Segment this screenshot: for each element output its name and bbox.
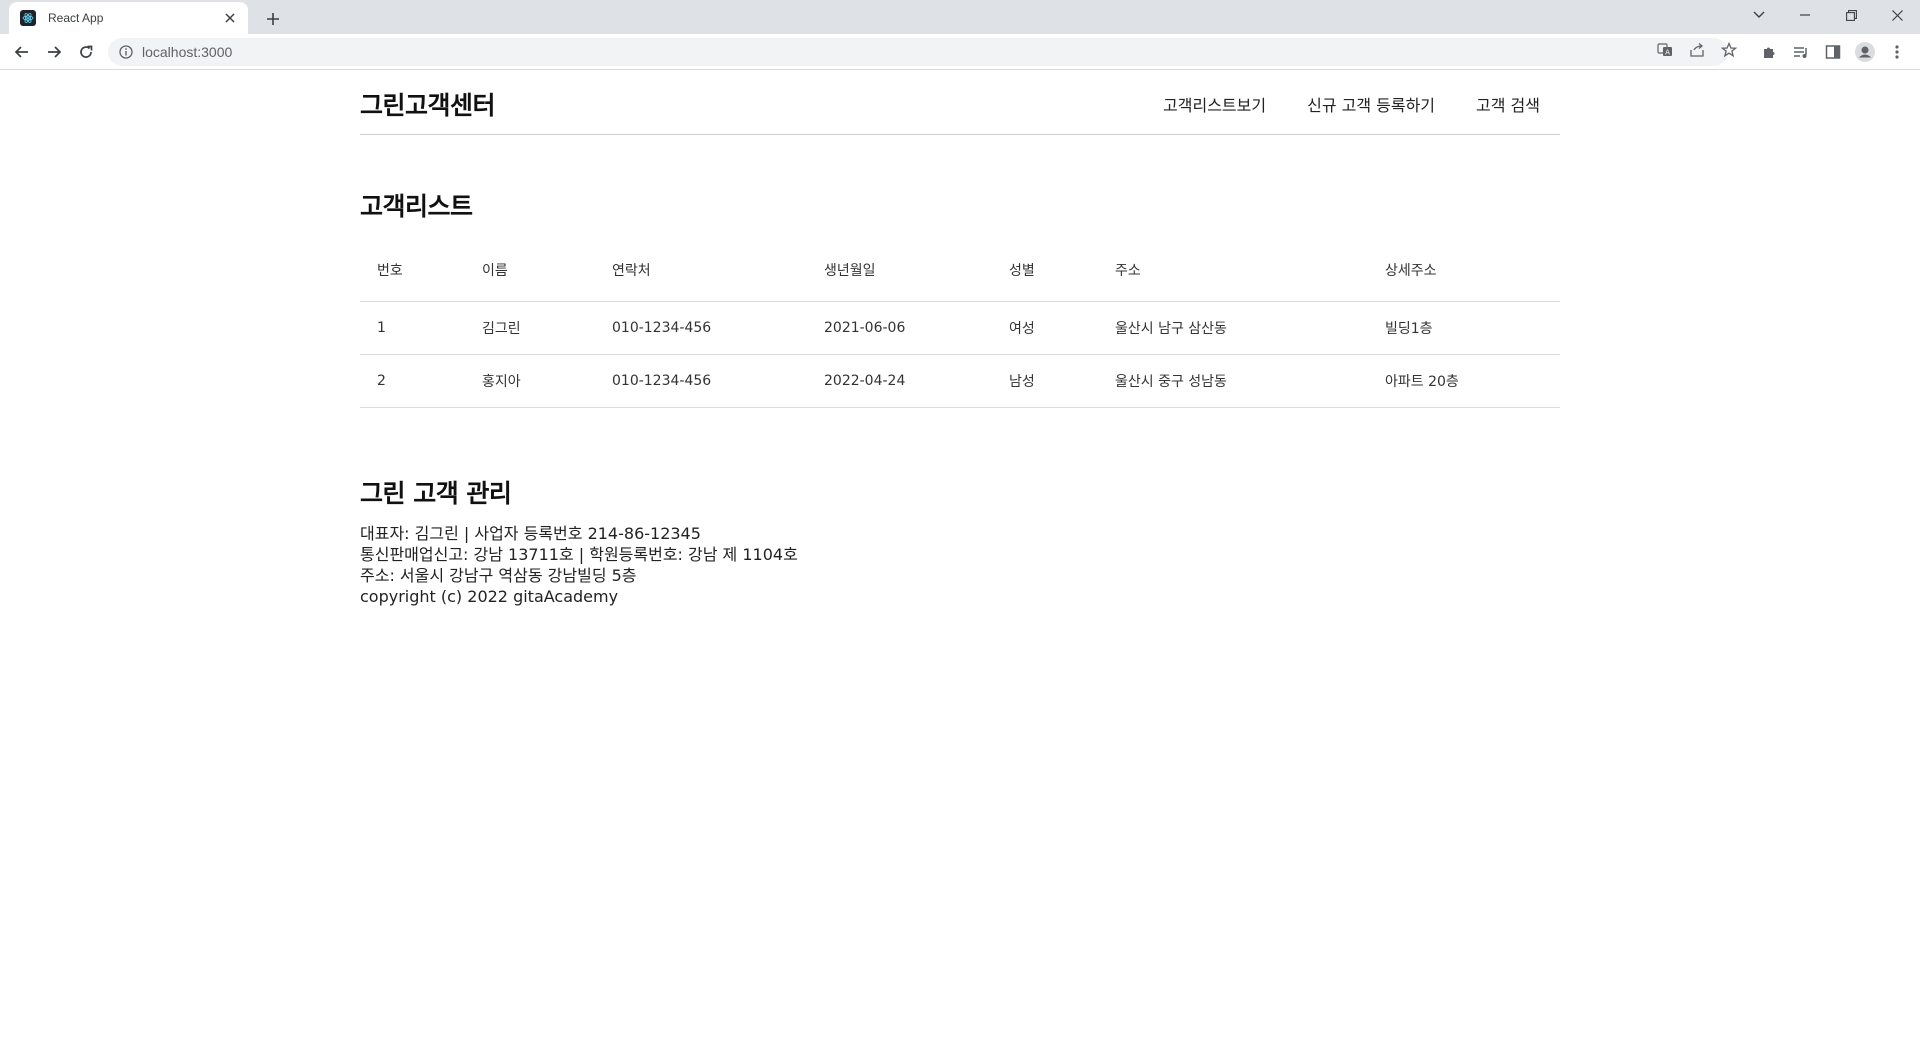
column-header-name: 이름	[465, 239, 595, 302]
table-row[interactable]: 2 홍지아 010-1234-456 2022-04-24 남성 울산시 중구 …	[360, 354, 1560, 408]
arrow-right-icon[interactable]	[40, 38, 68, 66]
column-header-address: 주소	[1098, 239, 1368, 302]
site-header: 그린고객센터 고객리스트보기 신규 고객 등록하기 고객 검색	[360, 70, 1560, 135]
browser-tab-strip: React App	[0, 0, 1920, 34]
media-queue-icon[interactable]	[1791, 42, 1811, 62]
cell-gender: 여성	[992, 301, 1098, 355]
page-content: 그린고객센터 고객리스트보기 신규 고객 등록하기 고객 검색 고객리스트 번호…	[360, 70, 1560, 607]
footer-title: 그린 고객 관리	[360, 478, 512, 508]
site-nav: 고객리스트보기 신규 고객 등록하기 고객 검색	[1122, 92, 1560, 116]
kebab-menu-icon[interactable]	[1887, 42, 1907, 62]
nav-link-register-customer[interactable]: 신규 고객 등록하기	[1307, 92, 1435, 116]
browser-toolbar: localhost:3000 A	[0, 34, 1920, 70]
column-header-phone: 연락처	[595, 239, 807, 302]
arrow-left-icon[interactable]	[8, 38, 36, 66]
browser-tab[interactable]: React App	[9, 2, 248, 34]
footer-representative: 대표자: 김그린 | 사업자 등록번호 214-86-12345	[360, 523, 701, 543]
cell-address: 울산시 중구 성남동	[1098, 354, 1368, 408]
info-icon[interactable]	[118, 44, 134, 60]
nav-link-search-customer[interactable]: 고객 검색	[1476, 92, 1540, 116]
cell-detail-address: 빌딩1층	[1368, 301, 1560, 355]
table-header-row: 번호 이름 연락처 생년월일 성별 주소 상세주소	[360, 239, 1560, 302]
cell-address: 울산시 남구 삼산동	[1098, 301, 1368, 355]
cell-birthdate: 2022-04-24	[807, 354, 992, 408]
address-bar[interactable]: localhost:3000	[108, 38, 1728, 66]
nav-link-customer-list[interactable]: 고객리스트보기	[1163, 92, 1266, 116]
cell-number: 1	[360, 301, 465, 355]
star-icon[interactable]	[1719, 40, 1739, 60]
footer-copyright: copyright (c) 2022 gitaAcademy	[360, 586, 619, 606]
customer-list-title: 고객리스트	[360, 192, 473, 221]
customer-table: 번호 이름 연락처 생년월일 성별 주소 상세주소 1 김그린 010-1234…	[360, 239, 1560, 408]
table-row[interactable]: 1 김그린 010-1234-456 2021-06-06 여성 울산시 남구 …	[360, 301, 1560, 355]
cell-birthdate: 2021-06-06	[807, 301, 992, 355]
url-text: localhost:3000	[142, 44, 233, 60]
restore-icon[interactable]	[1828, 0, 1874, 30]
profile-icon[interactable]	[1855, 42, 1875, 62]
translate-icon[interactable]: A	[1655, 40, 1675, 60]
reload-icon[interactable]	[72, 38, 100, 66]
minimize-icon[interactable]	[1782, 0, 1828, 30]
puzzle-icon[interactable]	[1759, 42, 1779, 62]
cell-gender: 남성	[992, 354, 1098, 408]
svg-text:A: A	[1665, 49, 1670, 57]
cell-detail-address: 아파트 20층	[1368, 354, 1560, 408]
side-panel-icon[interactable]	[1823, 42, 1843, 62]
column-header-gender: 성별	[992, 239, 1098, 302]
cell-name[interactable]: 홍지아	[465, 354, 595, 408]
window-close-icon[interactable]	[1874, 0, 1920, 30]
cell-name[interactable]: 김그린	[465, 301, 595, 355]
tab-title: React App	[48, 11, 104, 25]
cell-phone: 010-1234-456	[595, 301, 807, 355]
share-icon[interactable]	[1687, 40, 1707, 60]
site-logo[interactable]: 그린고객센터	[360, 86, 496, 122]
footer-address: 주소: 서울시 강남구 역삼동 강남빌딩 5층	[360, 565, 637, 585]
column-header-detail-address: 상세주소	[1368, 239, 1560, 302]
plus-icon[interactable]	[260, 6, 286, 32]
cell-number: 2	[360, 354, 465, 408]
site-footer: 그린 고객 관리 대표자: 김그린 | 사업자 등록번호 214-86-1234…	[360, 474, 1560, 607]
cell-phone: 010-1234-456	[595, 354, 807, 408]
column-header-birthdate: 생년월일	[807, 239, 992, 302]
react-logo-icon	[20, 10, 36, 26]
footer-registration: 통신판매업신고: 강남 13711호 | 학원등록번호: 강남 제 1104호	[360, 544, 798, 564]
column-header-number: 번호	[360, 239, 465, 302]
tab-search-icon[interactable]	[1736, 0, 1782, 30]
close-icon[interactable]	[221, 9, 239, 27]
